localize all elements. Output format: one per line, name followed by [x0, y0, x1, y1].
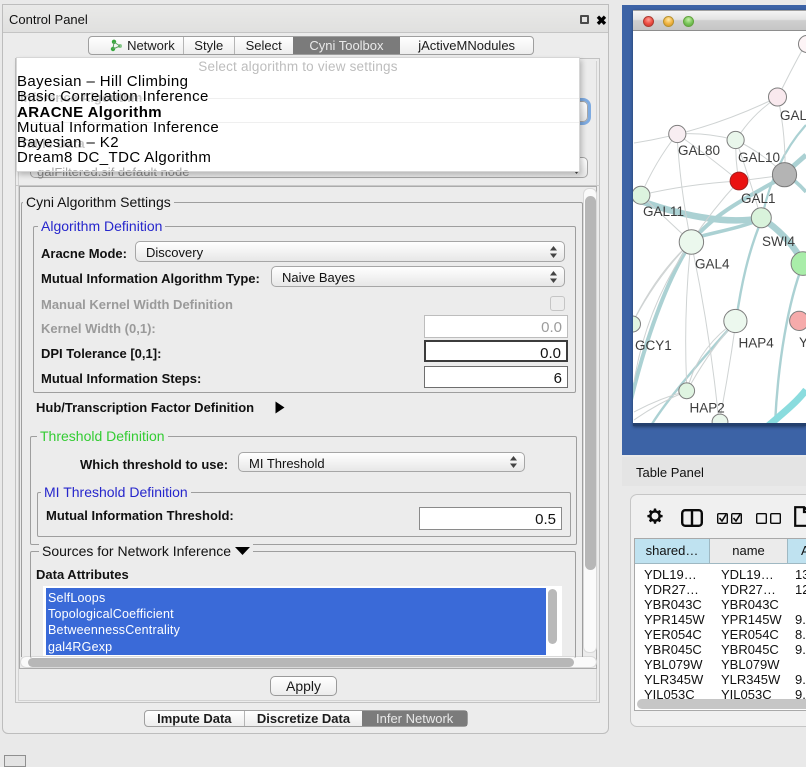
svg-text:SWI4: SWI4	[762, 234, 795, 249]
svg-text:GAL1: GAL1	[741, 191, 776, 206]
svg-text:HAP2: HAP2	[690, 401, 725, 416]
svg-text:GAL4: GAL4	[695, 257, 730, 272]
svg-text:GAL10: GAL10	[738, 150, 780, 165]
svg-text:GAL80: GAL80	[678, 143, 720, 158]
svg-text:Y: Y	[799, 335, 806, 350]
svg-text:GAL11: GAL11	[643, 204, 684, 219]
svg-text:GCY1: GCY1	[635, 338, 672, 353]
svg-text:HAP4: HAP4	[739, 336, 775, 351]
svg-text:GAL: GAL	[780, 108, 806, 123]
